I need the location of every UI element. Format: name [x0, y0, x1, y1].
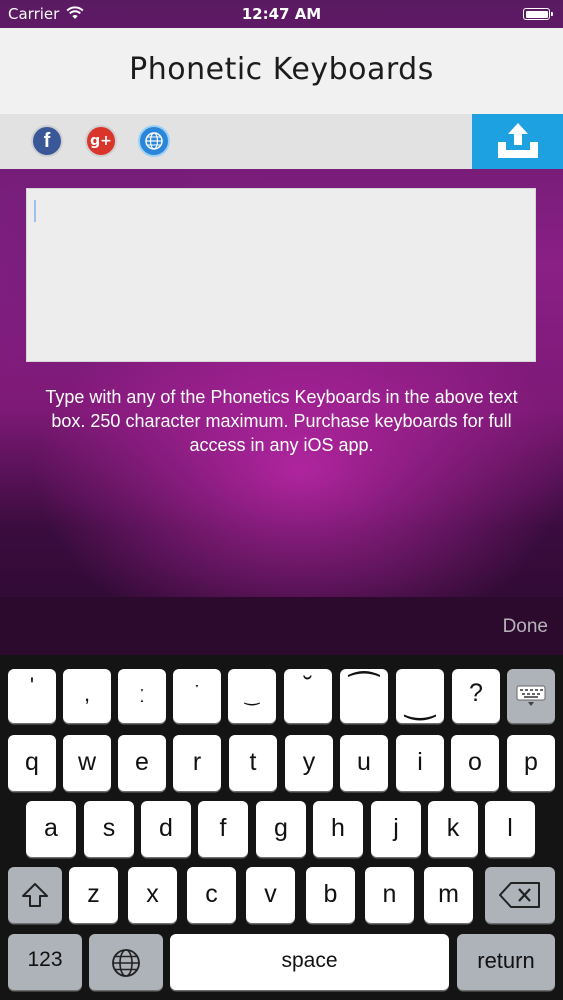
key-t[interactable]: t [229, 735, 277, 791]
key-v[interactable]: v [246, 867, 295, 923]
key-k[interactable]: k [428, 801, 478, 857]
key-apostrophe[interactable]: ' [8, 669, 56, 723]
key-half-length[interactable]: ˑ [173, 669, 221, 723]
globe-icon[interactable] [138, 125, 170, 157]
key-p[interactable]: p [507, 735, 555, 791]
key-c[interactable]: c [187, 867, 236, 923]
google-plus-glyph: g+ [90, 133, 112, 149]
key-u[interactable]: u [340, 735, 388, 791]
page-title: Phonetic Keyboards [129, 52, 434, 87]
key-y[interactable]: y [285, 735, 333, 791]
key-g[interactable]: g [256, 801, 306, 857]
key-r[interactable]: r [173, 735, 221, 791]
done-button[interactable]: Done [503, 616, 548, 638]
social-bar: f g+ [0, 114, 563, 169]
key-n[interactable]: n [365, 867, 414, 923]
globe-key[interactable] [89, 934, 163, 990]
key-l[interactable]: l [485, 801, 535, 857]
title-bar: Phonetic Keyboards [0, 28, 563, 114]
clock: 12:47 AM [241, 5, 322, 23]
shift-key[interactable] [8, 867, 62, 923]
key-d[interactable]: d [141, 801, 191, 857]
backspace-key[interactable] [485, 867, 555, 923]
key-a[interactable]: a [26, 801, 76, 857]
globe-key-icon [112, 949, 140, 977]
text-input-box[interactable] [26, 188, 536, 362]
key-length-mark[interactable]: ː [118, 669, 166, 723]
keyboard-dismiss-key[interactable] [507, 669, 555, 723]
key-j[interactable]: j [371, 801, 421, 857]
upload-button[interactable] [472, 114, 563, 169]
google-plus-icon[interactable]: g+ [85, 125, 117, 157]
keyboard: ' , ː ˑ ‿ ˘ ⁀ ‿ ? q w e r t y u i o p a … [0, 655, 563, 1000]
upload-icon [498, 123, 538, 158]
key-comma[interactable]: , [63, 669, 111, 723]
key-x[interactable]: x [128, 867, 177, 923]
key-q[interactable]: q [8, 735, 56, 791]
key-z[interactable]: z [69, 867, 118, 923]
key-o[interactable]: o [451, 735, 499, 791]
key-s[interactable]: s [84, 801, 134, 857]
shift-icon [22, 883, 48, 907]
backspace-icon [499, 882, 540, 908]
key-breve[interactable]: ˘ [284, 669, 332, 723]
space-key[interactable]: space [170, 934, 449, 990]
key-undertie-small[interactable]: ‿ [228, 669, 276, 723]
return-key[interactable]: return [457, 934, 555, 990]
globe-glyph [145, 132, 163, 150]
facebook-glyph: f [43, 130, 51, 152]
key-m[interactable]: m [424, 867, 473, 923]
facebook-icon[interactable]: f [31, 125, 63, 157]
key-f[interactable]: f [198, 801, 248, 857]
status-bar: Carrier 12:47 AM [0, 0, 563, 28]
key-e[interactable]: e [118, 735, 166, 791]
key-question-mark[interactable]: ? [452, 669, 500, 723]
text-cursor [34, 200, 36, 222]
numbers-key[interactable]: 123 [8, 934, 82, 990]
key-b[interactable]: b [306, 867, 355, 923]
keyboard-icon [516, 685, 546, 706]
keyboard-toolbar: Done [0, 597, 563, 655]
key-tie-below[interactable]: ‿ [396, 669, 444, 723]
key-h[interactable]: h [313, 801, 363, 857]
info-text: Type with any of the Phonetics Keyboards… [45, 387, 518, 455]
key-i[interactable]: i [396, 735, 444, 791]
key-tie-above[interactable]: ⁀ [340, 669, 388, 723]
battery-icon [523, 8, 553, 20]
key-w[interactable]: w [63, 735, 111, 791]
